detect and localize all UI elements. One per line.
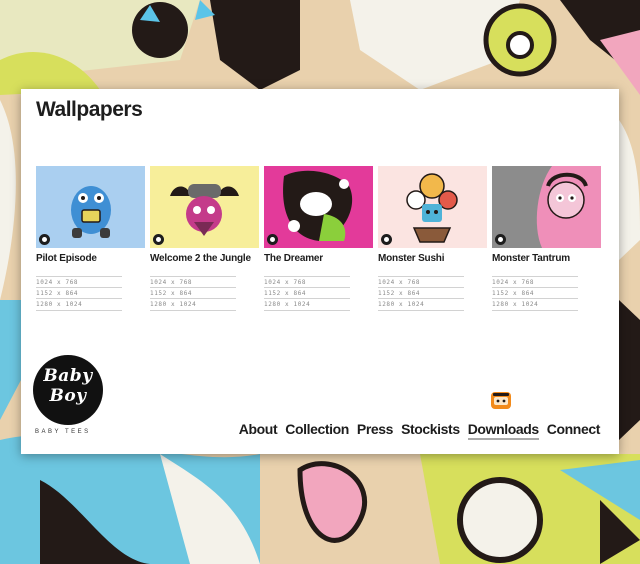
wallpaper-thumbnail[interactable] bbox=[492, 166, 601, 248]
resolution-link[interactable]: 1280 x 1024 bbox=[492, 298, 578, 311]
nav-connect[interactable]: Connect bbox=[547, 421, 601, 440]
nav-collection[interactable]: Collection bbox=[285, 421, 349, 440]
monster-character-icon bbox=[36, 166, 145, 248]
babyboy-badge-icon bbox=[153, 234, 164, 245]
page-title: Wallpapers bbox=[36, 98, 143, 121]
babyboy-badge-icon bbox=[39, 234, 50, 245]
resolution-link[interactable]: 1280 x 1024 bbox=[36, 298, 122, 311]
dreamer-character-icon bbox=[264, 166, 373, 248]
wallpaper-thumbnail[interactable] bbox=[36, 166, 145, 248]
resolution-link[interactable]: 1280 x 1024 bbox=[150, 298, 236, 311]
nav-about[interactable]: About bbox=[239, 421, 278, 440]
babyboy-badge-icon bbox=[495, 234, 506, 245]
wallpaper-title: The Dreamer bbox=[264, 253, 323, 264]
brand-tagline: BABY TEES bbox=[35, 429, 91, 435]
wallpaper-thumbnail[interactable] bbox=[264, 166, 373, 248]
nav-stockists[interactable]: Stockists bbox=[401, 421, 460, 440]
main-nav: About Collection Press Stockists Downloa… bbox=[239, 421, 600, 440]
wallpaper-thumbnail[interactable] bbox=[378, 166, 487, 248]
logo-line-1: Baby bbox=[43, 366, 93, 386]
babyboy-logo[interactable]: Baby Boy bbox=[33, 355, 103, 425]
wallpaper-title: Monster Sushi bbox=[378, 253, 445, 264]
logo-line-2: Boy bbox=[49, 386, 87, 406]
nav-press[interactable]: Press bbox=[357, 421, 394, 440]
nav-downloads[interactable]: Downloads bbox=[467, 421, 539, 440]
wallpaper-title: Welcome 2 the Jungle bbox=[150, 253, 251, 264]
wallpaper-title: Monster Tantrum bbox=[492, 253, 570, 264]
babyboy-badge-icon bbox=[381, 234, 392, 245]
resolution-link[interactable]: 1280 x 1024 bbox=[264, 298, 350, 311]
wallpaper-title: Pilot Episode bbox=[36, 253, 97, 264]
mascot-icon bbox=[491, 392, 511, 409]
babyboy-badge-icon bbox=[267, 234, 278, 245]
viking-character-icon bbox=[150, 166, 259, 248]
content-panel: Wallpapers Pilot Episode 1024 x 768 1152… bbox=[21, 89, 619, 454]
wallpaper-thumbnail[interactable] bbox=[150, 166, 259, 248]
monkey-character-icon bbox=[492, 166, 601, 248]
sushi-character-icon bbox=[378, 166, 487, 248]
resolution-link[interactable]: 1280 x 1024 bbox=[378, 298, 464, 311]
